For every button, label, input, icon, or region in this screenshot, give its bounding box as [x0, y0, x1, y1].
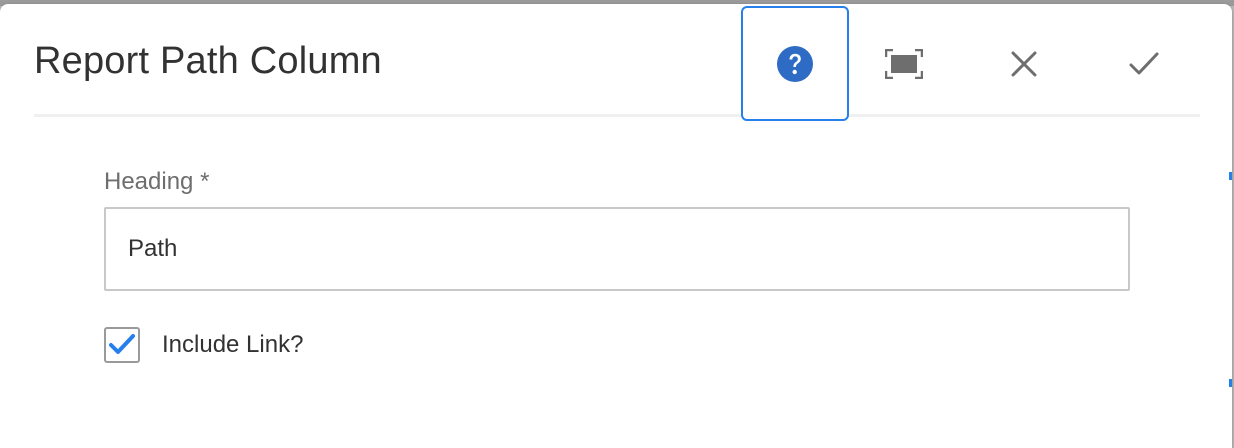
heading-input[interactable] [104, 207, 1130, 291]
include-link-checkbox-row[interactable]: Include Link? [104, 327, 303, 363]
close-icon [1011, 51, 1037, 76]
fullscreen-icon [885, 48, 923, 79]
heading-label: Heading * [104, 168, 210, 195]
dialog: Report Path Column Heading * Path Includ… [0, 4, 1232, 448]
include-link-checkbox[interactable] [104, 327, 140, 363]
edge-marker [1229, 172, 1232, 180]
help-icon [777, 45, 813, 82]
close-button[interactable] [970, 6, 1078, 121]
dialog-header: Report Path Column [34, 4, 1200, 121]
done-button[interactable] [1090, 6, 1198, 121]
dialog-title: Report Path Column [34, 40, 382, 82]
edge-marker [1229, 379, 1232, 387]
checkmark-icon [109, 334, 135, 354]
checkmark-icon [1129, 52, 1159, 74]
help-button[interactable] [741, 6, 849, 121]
dialog-form: Heading * Include Link? [104, 164, 1130, 363]
include-link-label: Include Link? [162, 331, 304, 358]
fullscreen-button[interactable] [850, 6, 958, 121]
